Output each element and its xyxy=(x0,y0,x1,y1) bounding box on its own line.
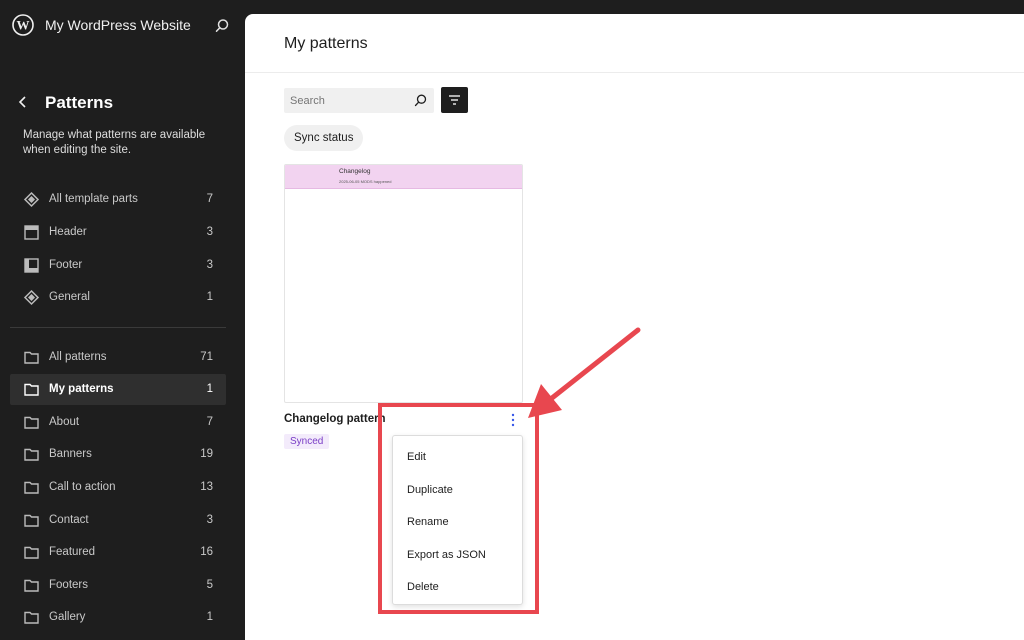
sidebar-item-contact[interactable]: Contact 3 xyxy=(10,505,226,536)
sidebar-item-label: All patterns xyxy=(49,351,107,363)
folder-icon xyxy=(23,349,40,366)
sidebar-item-featured[interactable]: Featured 16 xyxy=(10,537,226,568)
sidebar-item-label: All template parts xyxy=(49,193,138,205)
sidebar-item-label: Header xyxy=(49,226,87,238)
sidebar-item-call-to-action[interactable]: Call to action 13 xyxy=(10,472,226,503)
folder-icon xyxy=(23,609,40,626)
header-layout-icon xyxy=(23,224,40,241)
sidebar-item-count: 71 xyxy=(200,351,213,363)
sidebar-item-count: 7 xyxy=(206,193,213,205)
sidebar-item-label: Footers xyxy=(49,579,88,591)
svg-text:W: W xyxy=(17,18,30,33)
sidebar-item-my-patterns[interactable]: My patterns 1 xyxy=(10,374,226,405)
pattern-title[interactable]: Changelog pattern xyxy=(284,413,386,425)
search-input[interactable] xyxy=(284,88,409,113)
folder-icon xyxy=(23,446,40,463)
wordpress-logo-icon[interactable]: W xyxy=(12,14,34,36)
search-icon[interactable] xyxy=(213,17,231,35)
sidebar-item-count: 19 xyxy=(200,448,213,460)
sidebar-item-general[interactable]: General 1 xyxy=(10,282,226,313)
folder-icon xyxy=(23,381,40,398)
sidebar-item-gallery[interactable]: Gallery 1 xyxy=(10,602,226,633)
search-icon xyxy=(413,93,428,108)
sidebar-item-count: 1 xyxy=(206,383,213,395)
back-chevron-icon[interactable] xyxy=(14,92,32,112)
sidebar-description: Manage what patterns are available when … xyxy=(23,129,206,156)
sidebar-item-label: Featured xyxy=(49,546,96,558)
sidebar-item-header[interactable]: Header 3 xyxy=(10,217,226,248)
sidebar: W My WordPress Website Patterns Manage w… xyxy=(0,0,245,640)
pattern-preview-card[interactable]: Changelog 2025-06-05 MODS happened xyxy=(284,164,523,403)
folder-icon xyxy=(23,414,40,431)
preview-title: Changelog xyxy=(339,168,371,175)
footer-layout-icon xyxy=(23,257,40,274)
folder-icon xyxy=(23,544,40,561)
pattern-preview-band: Changelog 2025-06-05 MODS happened xyxy=(285,165,522,189)
diamond-icon xyxy=(23,289,40,306)
folder-icon xyxy=(23,577,40,594)
main-header: My patterns xyxy=(245,14,1024,73)
sidebar-divider xyxy=(10,327,226,328)
sidebar-item-count: 3 xyxy=(206,226,213,238)
sidebar-item-count: 3 xyxy=(206,259,213,271)
synced-badge: Synced xyxy=(284,434,330,449)
sidebar-item-label: About xyxy=(49,416,80,428)
sidebar-section-title: Patterns xyxy=(45,93,114,112)
sidebar-item-count: 16 xyxy=(200,546,213,558)
sidebar-item-count: 3 xyxy=(206,514,213,526)
folder-icon xyxy=(23,512,40,529)
site-title[interactable]: My WordPress Website xyxy=(45,17,191,33)
sidebar-item-footer[interactable]: Footer 3 xyxy=(10,250,226,281)
sidebar-item-count: 5 xyxy=(206,579,213,591)
sidebar-item-banners[interactable]: Banners 19 xyxy=(10,439,226,470)
sidebar-item-footers[interactable]: Footers 5 xyxy=(10,570,226,601)
sidebar-item-about[interactable]: About 7 xyxy=(10,407,226,438)
sidebar-item-label: Banners xyxy=(49,448,92,460)
annotation-highlight-box xyxy=(378,403,539,614)
page-title: My patterns xyxy=(284,35,368,52)
sidebar-item-count: 1 xyxy=(206,611,213,623)
main-content: My patterns Sync status Changelog 2025-0… xyxy=(245,14,1024,640)
sidebar-item-all-patterns[interactable]: All patterns 71 xyxy=(10,342,226,373)
sidebar-item-label: Footer xyxy=(49,259,83,271)
sync-status-filter-chip[interactable]: Sync status xyxy=(284,125,364,151)
site-header: W My WordPress Website xyxy=(0,0,245,52)
sidebar-item-label: General xyxy=(49,291,90,303)
sidebar-item-count: 13 xyxy=(200,481,213,493)
sidebar-item-label: Gallery xyxy=(49,611,86,623)
folder-icon xyxy=(23,479,40,496)
filter-icon xyxy=(449,95,460,105)
sidebar-item-count: 1 xyxy=(206,291,213,303)
sidebar-item-all-template-parts[interactable]: All template parts 7 xyxy=(10,184,226,215)
sidebar-item-label: My patterns xyxy=(49,383,114,395)
sidebar-item-count: 7 xyxy=(206,416,213,428)
sidebar-item-label: Contact xyxy=(49,514,89,526)
filter-button[interactable] xyxy=(441,87,468,113)
preview-text: 2025-06-05 MODS happened xyxy=(339,179,392,184)
sidebar-item-label: Call to action xyxy=(49,481,116,493)
search-field[interactable] xyxy=(284,88,434,113)
diamond-icon xyxy=(23,191,40,208)
